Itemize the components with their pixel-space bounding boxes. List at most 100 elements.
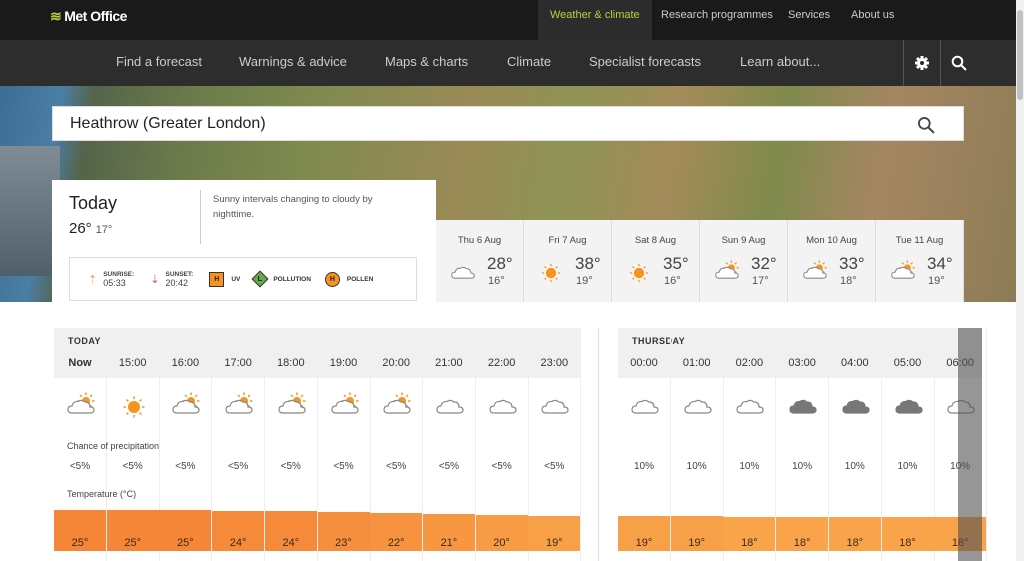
- sunset-time: 20:42: [165, 277, 189, 288]
- day-low: 17°: [752, 275, 769, 287]
- nav-find-forecast[interactable]: Find a forecast: [116, 40, 202, 84]
- temp-value: 25°: [177, 537, 194, 549]
- cloud-icon: [436, 399, 464, 414]
- nav-maps-charts[interactable]: Maps & charts: [385, 40, 468, 84]
- search-value: Heathrow (Greater London): [70, 115, 266, 132]
- settings-button[interactable]: [903, 40, 940, 86]
- hour-time: 15:00: [118, 357, 147, 369]
- today-info-bar: ⇡ SUNRISE: 05:33 ⇣ SUNSET: 20:42 H UV L POLLUT…: [69, 257, 417, 301]
- temp-value: 24°: [229, 537, 247, 549]
- sun-cloud-icon: [715, 260, 739, 279]
- day-low: 16°: [488, 275, 505, 287]
- day-tab[interactable]: Sat 8 Aug 35° 16°: [612, 220, 700, 302]
- temp-value: 25°: [124, 537, 141, 549]
- day-tab[interactable]: Tue 11 Aug 34° 19°: [876, 220, 964, 302]
- day-high: 33°: [839, 254, 865, 273]
- hour-time: 21:00: [435, 357, 463, 369]
- cloud-icon: [488, 399, 517, 414]
- day-tab[interactable]: Sun 9 Aug 32° 17°: [700, 220, 788, 302]
- search-icon: [951, 55, 967, 71]
- precip-value: <5%: [69, 461, 91, 472]
- hour-column[interactable]: 23:00 <5% 19°: [528, 328, 582, 561]
- hourly-section: THURSDAY 00:00 10% 19° 01:00 10% 19° 02:…: [618, 328, 988, 561]
- main-nav: Find a forecast Warnings & advice Maps &…: [0, 40, 1016, 86]
- day-date: Sat 8 Aug: [634, 235, 677, 246]
- uv-badge[interactable]: H: [209, 271, 225, 287]
- hour-column[interactable]: 16:00 <5% 25°: [159, 328, 213, 561]
- top-link-weather-climate[interactable]: Weather & climate: [538, 0, 652, 40]
- hour-time: 22:00: [487, 357, 516, 369]
- precip-value: 10%: [897, 461, 918, 472]
- pollution-badge[interactable]: L: [251, 270, 269, 288]
- nav-climate[interactable]: Climate: [507, 40, 551, 84]
- hour-column[interactable]: 19:00 <5% 23°: [317, 328, 371, 561]
- day-high: 34°: [927, 254, 953, 273]
- sun-cloud-icon: [67, 392, 95, 414]
- top-link-about[interactable]: About us: [839, 0, 906, 40]
- hour-column[interactable]: 05:00 10% 18°: [881, 328, 935, 561]
- hour-column[interactable]: 03:00 10% 18°: [776, 328, 830, 561]
- day-low: 19°: [928, 275, 945, 287]
- sun-cloud-icon: [891, 260, 915, 279]
- sunrise-time: 05:33: [103, 277, 126, 288]
- hour-column[interactable]: 18:00 <5% 24°: [264, 328, 318, 561]
- met-office-logo[interactable]: ≋ Met Office: [50, 8, 127, 25]
- uv-label: UV: [231, 275, 241, 283]
- scroll-next-overlay[interactable]: [958, 328, 982, 561]
- search-button[interactable]: [940, 40, 977, 86]
- top-link-research[interactable]: Research programmes: [649, 0, 785, 40]
- temp-value: 24°: [282, 537, 300, 549]
- temp-value: 18°: [793, 537, 811, 549]
- hourly-section: TODAY Chance of precipitation Temperature…: [54, 328, 582, 561]
- day-tab[interactable]: Mon 10 Aug 33° 18°: [788, 220, 876, 302]
- hour-column[interactable]: 17:00 <5% 24°: [212, 328, 266, 561]
- hour-time: 00:00: [630, 357, 658, 369]
- day-low: 16°: [664, 275, 681, 287]
- day-high: 35°: [663, 254, 689, 273]
- day-date: Fri 7 Aug: [548, 235, 587, 246]
- day-low: 19°: [576, 275, 593, 287]
- pollution-label: POLLUTION: [273, 275, 311, 283]
- hour-column[interactable]: 04:00 10% 18°: [828, 328, 882, 561]
- cloud-icon: [451, 266, 475, 279]
- hour-time: 03:00: [788, 357, 816, 369]
- hour-column[interactable]: 00:00 10% 19°: [618, 328, 671, 561]
- hour-column[interactable]: 21:00 <5% 21°: [422, 328, 476, 561]
- cloud-icon: [736, 399, 764, 414]
- temp-value: 19°: [635, 537, 653, 549]
- temp-value: 23°: [335, 537, 352, 549]
- sunrise-icon: ⇡: [88, 273, 98, 286]
- nav-learn-about[interactable]: Learn about...: [740, 40, 820, 84]
- temp-value: 18°: [741, 537, 758, 549]
- day-tab[interactable]: Fri 7 Aug 38° 19°: [524, 220, 612, 302]
- hour-column[interactable]: 20:00 <5% 22°: [370, 328, 424, 561]
- temp-value: 22°: [387, 537, 405, 549]
- hour-time: 19:00: [329, 357, 358, 369]
- hour-time: 01:00: [682, 357, 711, 369]
- today-high: 26° 17°: [69, 220, 113, 237]
- search-icon[interactable]: [917, 116, 935, 134]
- sun-cloud-icon: [330, 392, 359, 414]
- sun-cloud-icon: [172, 392, 200, 414]
- hour-column[interactable]: 22:00 <5% 20°: [475, 328, 529, 561]
- precip-value: <5%: [175, 461, 196, 472]
- day-tab[interactable]: Thu 6 Aug 28° 16°: [436, 220, 524, 302]
- precip-value: <5%: [280, 461, 301, 472]
- hour-time: 17:00: [224, 357, 252, 369]
- page-scrollbar[interactable]: [1016, 0, 1024, 561]
- hour-time: 23:00: [540, 357, 569, 369]
- nav-warnings[interactable]: Warnings & advice: [239, 40, 347, 84]
- day-date: Tue 11 Aug: [895, 235, 944, 246]
- day-low: 18°: [840, 275, 857, 287]
- hour-column[interactable]: 02:00 10% 18°: [723, 328, 777, 561]
- nav-specialist[interactable]: Specialist forecasts: [589, 40, 701, 84]
- location-search-input[interactable]: Heathrow (Greater London): [52, 106, 964, 141]
- pollen-label: POLLEN: [346, 275, 374, 283]
- top-link-services[interactable]: Services: [776, 0, 842, 40]
- hour-column[interactable]: 01:00 10% 19°: [670, 328, 724, 561]
- pollen-badge[interactable]: H: [324, 271, 340, 287]
- top-bar: ≋ Met Office Weather & climate Research p…: [0, 0, 1016, 40]
- sun-cloud-icon: [803, 260, 827, 279]
- thick-cloud-icon: [789, 399, 817, 414]
- hour-time: 04:00: [841, 357, 869, 369]
